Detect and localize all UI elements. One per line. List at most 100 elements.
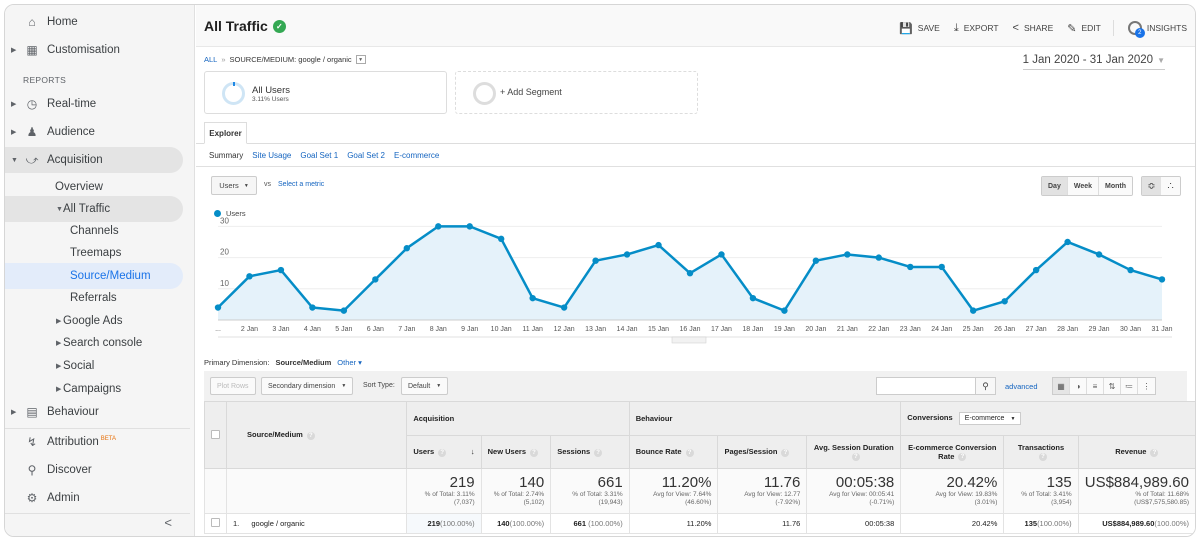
help-icon[interactable]: ? <box>1039 453 1048 461</box>
plot-rows-button[interactable]: Plot Rows <box>210 377 256 395</box>
group-behaviour: Behaviour <box>628 401 902 436</box>
search-icon[interactable]: ⚲ <box>975 378 995 394</box>
share-button[interactable]: < SHARE <box>1013 22 1054 34</box>
advanced-filter-link[interactable]: advanced <box>1005 382 1038 391</box>
secondary-dimension-select[interactable]: Secondary dimension ▼ <box>261 377 354 395</box>
sidebar-item-audience[interactable]: ▶ ♟ Audience <box>5 119 183 145</box>
x-tick-label: 17 Jan <box>711 326 732 333</box>
x-tick-label: 23 Jan <box>900 326 921 333</box>
column-avg-session-duration[interactable]: Avg. Session Duration? <box>806 435 902 469</box>
segment-all-users[interactable]: All Users 3.11% Users <box>204 71 447 114</box>
legend-dot <box>214 210 221 217</box>
data-point <box>812 257 820 264</box>
performance-icon[interactable]: ≡ <box>1087 378 1104 394</box>
column-sessions[interactable]: Sessions? <box>550 435 630 469</box>
column-bounce-rate[interactable]: Bounce Rate? <box>628 435 719 469</box>
column-revenue[interactable]: Revenue? <box>1077 435 1195 469</box>
line-chart-icon[interactable]: ≎ <box>1142 177 1161 195</box>
motion-chart-icon[interactable]: ∴ <box>1161 177 1180 195</box>
caret-right-icon: ▶ <box>56 386 62 393</box>
sidebar-item-home[interactable]: ⌂ Home <box>5 9 183 35</box>
date-range-picker[interactable]: 1 Jan 2020 - 31 Jan 2020 ▼ <box>1022 54 1165 70</box>
month-button[interactable]: Month <box>1099 177 1133 195</box>
pivot-icon[interactable]: ⋮ <box>1138 378 1155 394</box>
help-icon[interactable]: ? <box>1150 448 1159 457</box>
x-tick-label: 18 Jan <box>742 326 763 333</box>
data-table-icon[interactable]: ▦ <box>1053 378 1070 394</box>
table-row: 1. google / organic 219(100.00%) 140(100… <box>204 513 1195 534</box>
insights-button[interactable]: 2 INSIGHTS <box>1127 21 1187 38</box>
help-icon[interactable]: ? <box>851 453 860 461</box>
x-tick-label: 13 Jan <box>585 326 606 333</box>
cell-bounce-rate: 11.20% <box>628 513 719 534</box>
column-transactions[interactable]: Transactions? <box>1003 435 1079 469</box>
column-ecommerce-conversion-rate[interactable]: E-commerce Conversion Rate? <box>900 435 1005 469</box>
subtab-summary[interactable]: Summary <box>209 151 243 160</box>
behaviour-icon: ▤ <box>26 405 38 419</box>
collapse-sidebar-button[interactable]: < <box>164 515 172 530</box>
save-button[interactable]: 💾 SAVE <box>899 22 940 35</box>
subtab-site-usage[interactable]: Site Usage <box>252 151 291 160</box>
data-point <box>340 307 348 314</box>
reports-heading: REPORTS <box>23 75 67 85</box>
sort-type-select[interactable]: Default ▼ <box>401 377 449 395</box>
term-cloud-icon[interactable]: ≔ <box>1121 378 1138 394</box>
sidebar-item-acquisition[interactable]: ▼ ⤻ Acquisition <box>5 147 183 173</box>
sidebar-item-admin[interactable]: ⚙ Admin <box>5 485 183 511</box>
sidebar-item-realtime[interactable]: ▶ ◷ Real-time <box>5 91 183 117</box>
week-button[interactable]: Week <box>1067 177 1100 195</box>
tab-explorer[interactable]: Explorer <box>204 122 247 144</box>
total-transactions: 135% of Total: 3.41% (3,954) <box>1003 468 1079 514</box>
cell-revenue: US$884,989.60(100.00%) <box>1077 513 1195 534</box>
breadcrumb-dropdown[interactable]: ▼ <box>355 55 366 64</box>
data-point <box>781 307 788 314</box>
other-dimension-link[interactable]: Other ▾ <box>337 358 362 367</box>
column-users[interactable]: Users? ↓ <box>406 435 482 469</box>
report-header: All Traffic ✓ 💾 SAVE ⤓ EXPORT < SHARE ✎ <box>196 5 1195 47</box>
pencil-icon: ✎ <box>1067 22 1077 35</box>
select-all-checkbox[interactable] <box>211 429 220 439</box>
help-icon[interactable]: ? <box>958 453 967 461</box>
data-point <box>749 294 757 302</box>
help-icon[interactable]: ? <box>594 448 603 457</box>
column-new-users[interactable]: New Users? <box>480 435 552 469</box>
dimension-header[interactable]: Source/Medium? <box>225 401 408 469</box>
select-metric-link[interactable]: Select a metric <box>278 181 324 188</box>
help-icon[interactable]: ? <box>306 431 315 440</box>
sidebar-item-discover[interactable]: ⚲ Discover <box>5 457 183 483</box>
help-icon[interactable]: ? <box>438 448 447 457</box>
add-segment-button[interactable]: + Add Segment <box>455 71 698 114</box>
comparison-icon[interactable]: ⇅ <box>1104 378 1121 394</box>
column-pages-session[interactable]: Pages/Session? <box>717 435 808 469</box>
pie-chart-icon[interactable]: ◑ <box>1070 378 1087 394</box>
sidebar-item-behaviour[interactable]: ▶ ▤ Behaviour <box>5 399 183 425</box>
y-tick-label: 30 <box>220 217 229 225</box>
data-point <box>686 269 694 277</box>
table-search-input[interactable]: ⚲ <box>876 377 996 395</box>
explorer-tabs: Explorer <box>196 122 1195 144</box>
main-content: All Traffic ✓ 💾 SAVE ⤓ EXPORT < SHARE ✎ <box>196 5 1195 536</box>
clock-icon: ◷ <box>26 97 38 111</box>
sidebar-item-customisation[interactable]: ▶ ▦ Customisation <box>5 37 183 63</box>
save-icon: 💾 <box>899 22 913 35</box>
metric-select[interactable]: Users ▼ <box>211 176 257 195</box>
report-actions: 💾 SAVE ⤓ EXPORT < SHARE ✎ EDIT 2 INSIGHT… <box>885 20 1187 38</box>
primary-dimension-value[interactable]: Source/Medium <box>275 358 331 367</box>
row-checkbox[interactable] <box>211 518 220 527</box>
sidebar-item-attribution[interactable]: ↯ Attribution BETA <box>5 429 183 455</box>
edit-button[interactable]: ✎ EDIT <box>1067 22 1101 35</box>
help-icon[interactable]: ? <box>685 448 694 457</box>
subtab-ecommerce[interactable]: E-commerce <box>394 151 439 160</box>
group-conversions: Conversions E-commerce ▼ <box>900 401 1195 436</box>
help-icon[interactable]: ? <box>530 448 538 457</box>
sidebar-divider <box>5 513 190 514</box>
export-button[interactable]: ⤓ EXPORT <box>954 22 999 35</box>
help-icon[interactable]: ? <box>781 448 790 457</box>
chevron-down-icon: ▼ <box>436 383 442 389</box>
conversions-select[interactable]: E-commerce ▼ <box>958 412 1022 425</box>
breadcrumb-all-link[interactable]: ALL <box>204 55 217 64</box>
day-button[interactable]: Day <box>1042 177 1068 195</box>
subtab-goal-set-1[interactable]: Goal Set 1 <box>300 151 338 160</box>
subtab-goal-set-2[interactable]: Goal Set 2 <box>347 151 385 160</box>
row-dimension-link[interactable]: google / organic <box>251 519 304 528</box>
